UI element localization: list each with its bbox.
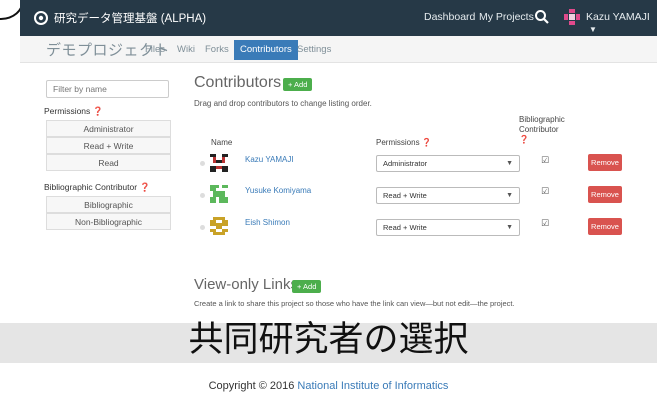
permission-select[interactable]: Read + Write ▼: [376, 187, 520, 204]
permission-select[interactable]: Read + Write ▼: [376, 219, 520, 236]
help-icon: ❓: [519, 135, 529, 144]
filter-non-bibliographic[interactable]: Non-Bibliographic: [46, 213, 171, 230]
bibliographic-checkbox[interactable]: ☑: [541, 186, 549, 197]
remove-contributor-button[interactable]: Remove: [588, 186, 622, 203]
view-only-description: Create a link to share this project so t…: [194, 299, 515, 308]
filter-read[interactable]: Read: [46, 154, 171, 171]
tab-settings[interactable]: Settings: [293, 40, 335, 60]
view-only-links-title: View-only Links: [194, 276, 298, 293]
contributor-name-link[interactable]: Kazu YAMAJI: [245, 155, 294, 164]
filter-bibliographic[interactable]: Bibliographic: [46, 196, 171, 213]
brand-title: 研究データ管理基盤 (ALPHA): [54, 13, 207, 25]
remove-contributor-button[interactable]: Remove: [588, 218, 622, 235]
add-contributor-button[interactable]: + Add: [283, 78, 313, 91]
logo-icon: [34, 11, 48, 25]
nii-link[interactable]: National Institute of Informatics: [297, 380, 448, 392]
filter-read-write[interactable]: Read + Write: [46, 137, 171, 154]
project-bar: デモプロジェクト Files Wiki Forks Contributors S…: [20, 36, 657, 63]
column-bibliographic: Bibliographic Contributor ❓: [519, 115, 565, 144]
copyright-text: Copyright © 2016: [208, 380, 298, 392]
contributor-avatar: [210, 217, 228, 235]
contributor-avatar: [210, 154, 228, 172]
bibliographic-heading: Bibliographic Contributor ❓: [44, 182, 151, 192]
user-name: Kazu YAMAJI: [586, 11, 650, 23]
chevron-down-icon: ▼: [506, 224, 513, 231]
contributor-avatar: [210, 185, 228, 203]
tab-forks[interactable]: Forks: [201, 40, 233, 60]
reorder-hint: Drag and drop contributors to change lis…: [194, 99, 372, 108]
overlay-caption: 共同研究者の選択: [188, 320, 469, 360]
column-name: Name: [211, 138, 233, 147]
tab-wiki[interactable]: Wiki: [173, 40, 199, 60]
chevron-down-icon: ▼: [506, 192, 513, 199]
tab-contributors[interactable]: Contributors: [234, 40, 298, 60]
user-avatar-icon[interactable]: [563, 8, 581, 26]
bibliographic-checkbox[interactable]: ☑: [541, 218, 549, 229]
nav-dashboard[interactable]: Dashboard: [424, 11, 475, 23]
bibliographic-checkbox[interactable]: ☑: [541, 155, 549, 166]
chevron-down-icon: ▼: [506, 160, 513, 167]
filter-administrator[interactable]: Administrator: [46, 120, 171, 137]
drag-handle-icon[interactable]: [200, 225, 205, 230]
drag-handle-icon[interactable]: [200, 161, 205, 166]
column-permissions: Permissions ❓: [376, 138, 432, 147]
filter-by-name-input[interactable]: [46, 80, 169, 98]
contributor-name-link[interactable]: Eish Shimon: [245, 218, 290, 227]
add-view-only-link-button[interactable]: + Add: [292, 280, 322, 293]
help-icon: ❓: [421, 138, 432, 147]
help-icon: ❓: [139, 182, 151, 192]
drag-handle-icon[interactable]: [200, 193, 205, 198]
help-icon: ❓: [92, 106, 104, 116]
contributor-name-link[interactable]: Yusuke Komiyama: [245, 186, 311, 195]
user-menu[interactable]: Kazu YAMAJI ▼: [586, 11, 657, 35]
permissions-heading: Permissions ❓: [44, 106, 104, 116]
search-icon[interactable]: [534, 9, 550, 25]
footer: Copyright © 2016 National Institute of I…: [0, 380, 657, 392]
tab-files[interactable]: Files: [141, 40, 169, 60]
top-navbar: 研究データ管理基盤 (ALPHA) Dashboard My Projects …: [20, 0, 657, 36]
contributors-title: Contributors: [194, 74, 282, 91]
remove-contributor-button[interactable]: Remove: [588, 154, 622, 171]
permission-select[interactable]: Administrator ▼: [376, 155, 520, 172]
chevron-down-icon: ▼: [589, 25, 597, 34]
brand[interactable]: 研究データ管理基盤 (ALPHA): [34, 10, 206, 26]
nav-my-projects[interactable]: My Projects: [479, 11, 534, 23]
